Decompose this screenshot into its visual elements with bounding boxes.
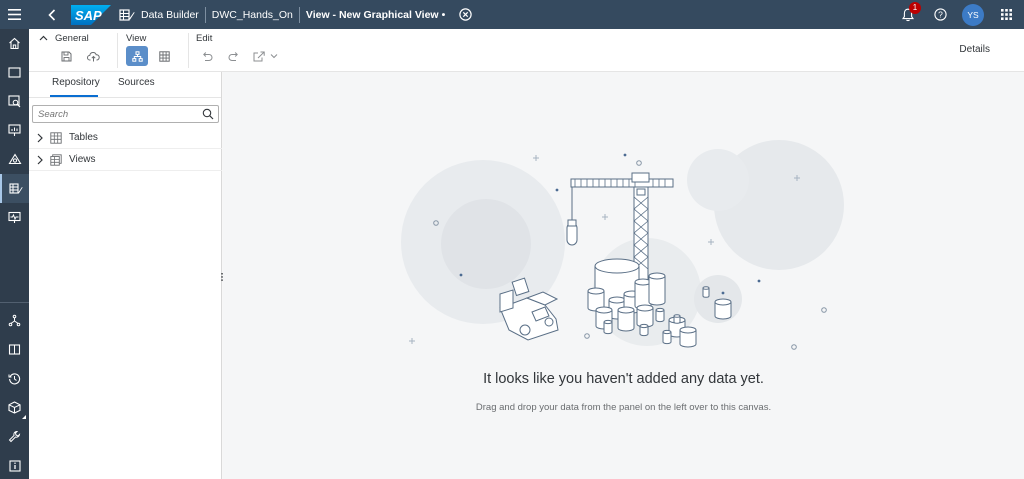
nav-space-management[interactable] — [0, 58, 29, 87]
expand-corner-icon — [22, 415, 26, 419]
share-export-icon — [253, 51, 265, 61]
breadcrumb-space[interactable]: DWC_Hands_On — [206, 9, 299, 21]
tree-node-label: Tables — [69, 132, 98, 143]
redo-button[interactable] — [223, 46, 245, 66]
toolbar-edit-label: Edit — [196, 33, 213, 44]
tree-node-label: Views — [69, 154, 96, 165]
save-icon — [61, 51, 71, 61]
notification-badge: 1 — [909, 2, 921, 14]
search-icon[interactable] — [202, 108, 214, 120]
nav-configuration[interactable] — [0, 422, 29, 451]
repository-search[interactable] — [32, 105, 219, 123]
editor-toolbar: General View Edit Details — [29, 29, 1024, 72]
home-icon — [9, 37, 20, 50]
tab-repository[interactable]: Repository — [52, 77, 100, 88]
unsaved-marker: • — [441, 8, 446, 21]
nav-transport[interactable] — [0, 393, 29, 422]
active-tab-indicator — [50, 95, 98, 97]
tree-node-tables[interactable]: Tables — [29, 127, 222, 149]
close-circle-icon — [459, 8, 472, 21]
nav-system-information[interactable] — [0, 451, 29, 479]
breadcrumb-data-builder[interactable]: Data Builder — [135, 9, 205, 21]
save-button[interactable] — [55, 46, 77, 66]
package-icon — [8, 401, 21, 414]
tools-icon — [8, 431, 21, 443]
details-button[interactable]: Details — [959, 44, 990, 55]
data-builder-icon — [119, 8, 135, 21]
tab-sources[interactable]: Sources — [118, 77, 155, 88]
monitor-icon — [8, 211, 21, 223]
undo-icon — [203, 52, 213, 61]
shell-actions: 1 ? YS — [894, 0, 1024, 29]
product-switch-button[interactable] — [992, 0, 1020, 29]
redo-icon — [228, 52, 238, 61]
sap-logo[interactable]: SAP — [71, 4, 111, 25]
table-grid-icon — [158, 50, 170, 62]
chevron-left-icon — [48, 8, 56, 21]
panel-tabs: Repository Sources — [29, 72, 221, 98]
presentation-icon — [8, 124, 21, 136]
nav-activities[interactable] — [0, 364, 29, 393]
info-icon — [8, 459, 21, 472]
repository-tree: Tables Views — [29, 127, 222, 171]
back-button[interactable] — [41, 0, 63, 29]
folder-icon — [8, 67, 21, 78]
hierarchy-icon — [131, 50, 143, 62]
empty-canvas-illustration — [401, 140, 844, 350]
nav-separator — [0, 302, 29, 303]
repository-book-icon — [8, 344, 21, 355]
graphical-view-canvas[interactable]: It looks like you haven't added any data… — [223, 72, 1024, 479]
user-avatar[interactable]: YS — [962, 3, 984, 26]
nav-repository-explorer[interactable] — [0, 335, 29, 364]
history-icon — [8, 373, 21, 385]
nav-home[interactable] — [0, 29, 29, 58]
toolbar-group-view: View — [118, 29, 188, 72]
nav-business-builder[interactable] — [0, 145, 29, 174]
grid-icon — [1000, 9, 1012, 20]
hamburger-icon — [8, 9, 21, 20]
empty-state-subtitle: Drag and drop your data from the panel o… — [475, 402, 772, 413]
side-navigation — [0, 29, 29, 479]
breadcrumb-current-view: View - New Graphical View • — [300, 9, 451, 21]
svg-text:?: ? — [938, 10, 943, 20]
export-menu-button[interactable] — [250, 46, 280, 66]
menu-button[interactable] — [0, 0, 29, 29]
data-builder-icon — [8, 183, 23, 194]
toolbar-general-label: General — [55, 33, 89, 44]
source-browser-panel: Repository Sources Tables Views — [29, 72, 222, 479]
sap-logo-text: SAP — [75, 8, 102, 23]
toolbar-view-label: View — [126, 33, 147, 44]
nav-data-builder[interactable] — [0, 174, 29, 203]
table-icon — [50, 132, 62, 144]
close-view-button[interactable] — [457, 7, 473, 23]
chevron-right-icon[interactable] — [36, 133, 44, 143]
search-catalog-icon — [8, 95, 21, 108]
current-view-title: View - New Graphical View — [305, 8, 439, 21]
business-builder-icon — [8, 153, 21, 165]
undo-button[interactable] — [196, 46, 218, 66]
shell-bar: SAP Data Builder DWC_Hands_On View - New… — [0, 0, 1024, 29]
chevron-down-icon — [270, 54, 277, 59]
toolbar-group-general: General — [29, 29, 117, 72]
data-flow-icon — [8, 314, 21, 327]
nav-stories[interactable] — [0, 116, 29, 145]
view-icon — [50, 154, 62, 166]
search-input[interactable] — [33, 106, 193, 123]
nav-data-integration-monitor[interactable] — [0, 203, 29, 232]
help-icon: ? — [933, 8, 947, 21]
deploy-button[interactable] — [82, 46, 104, 66]
tree-node-views[interactable]: Views — [29, 149, 222, 171]
cloud-upload-icon — [86, 51, 100, 61]
help-button[interactable]: ? — [926, 0, 954, 29]
diagram-view-button[interactable] — [126, 46, 148, 66]
collapse-toolbar-icon[interactable] — [39, 35, 48, 41]
nav-catalog[interactable] — [0, 87, 29, 116]
chevron-right-icon[interactable] — [36, 155, 44, 165]
toolbar-group-edit: Edit — [189, 29, 289, 72]
table-view-button[interactable] — [153, 46, 175, 66]
notifications-button[interactable]: 1 — [894, 0, 922, 29]
empty-state-title: It looks like you haven't added any data… — [483, 371, 764, 387]
nav-data-flow[interactable] — [0, 306, 29, 335]
